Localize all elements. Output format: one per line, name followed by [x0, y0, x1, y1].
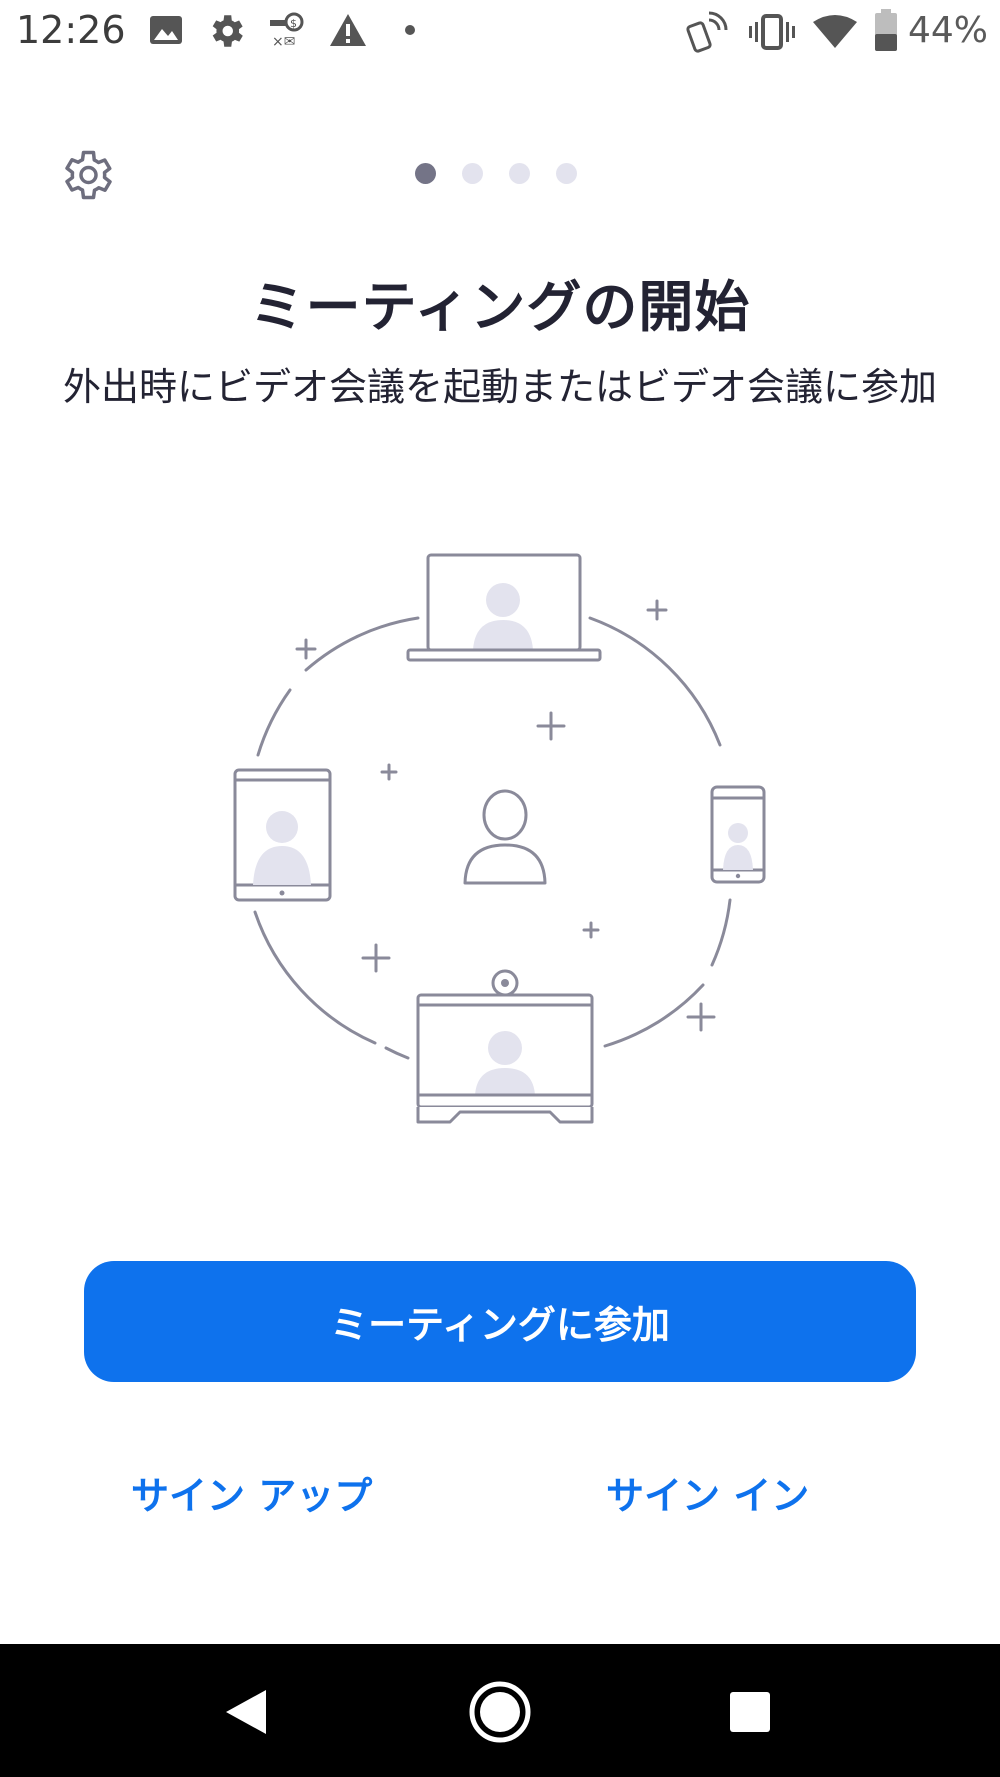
svg-text:$: $ [290, 17, 297, 30]
sign-up-link[interactable]: サイン アップ [125, 1462, 378, 1522]
user-icon [463, 789, 547, 885]
page-title: ミーティングの開始 [249, 275, 751, 339]
circle-arc [253, 910, 377, 1045]
nfc-icon [686, 11, 728, 53]
back-icon[interactable] [222, 1688, 268, 1736]
page-dot [462, 163, 483, 184]
page-dot [509, 163, 530, 184]
image-icon [150, 16, 182, 44]
room-system-icon [416, 969, 594, 1124]
battery-percent: 44% [908, 10, 989, 51]
page-subtitle: 外出時にビデオ会議を起動またはビデオ会議に参加 [62, 365, 937, 409]
warning-icon [330, 14, 366, 46]
battery-icon [875, 9, 897, 51]
navigation-bar [0, 1644, 1000, 1777]
wifi-icon [813, 15, 857, 48]
circle-arc [304, 616, 420, 672]
circle-arc [256, 688, 292, 757]
status-time: 12:26 [16, 8, 126, 52]
meeting-devices-illustration [233, 553, 766, 1124]
phone-icon [710, 785, 766, 884]
svg-text:×✉: ×✉ [272, 34, 295, 50]
status-bar: 12:26 $ ×✉ 44% [0, 0, 1000, 70]
tablet-icon [233, 768, 332, 902]
page-dot [415, 163, 436, 184]
sign-in-link[interactable]: サイン イン [600, 1462, 815, 1522]
laptop-icon [406, 553, 602, 662]
vibrate-icon [749, 14, 795, 50]
dot-icon [405, 25, 415, 35]
circle-arc [588, 616, 722, 747]
recents-icon[interactable] [728, 1690, 772, 1734]
page-indicator [415, 163, 577, 185]
key-icon: $ ×✉ [270, 12, 304, 50]
circle-arc [384, 1046, 410, 1060]
home-icon[interactable] [468, 1680, 532, 1744]
circle-arc [710, 898, 732, 967]
page-dot [556, 163, 577, 184]
settings-button[interactable] [56, 145, 116, 205]
join-meeting-button[interactable]: ミーティングに参加 [84, 1261, 916, 1382]
gear-icon [65, 150, 112, 200]
gear-icon [212, 15, 243, 47]
